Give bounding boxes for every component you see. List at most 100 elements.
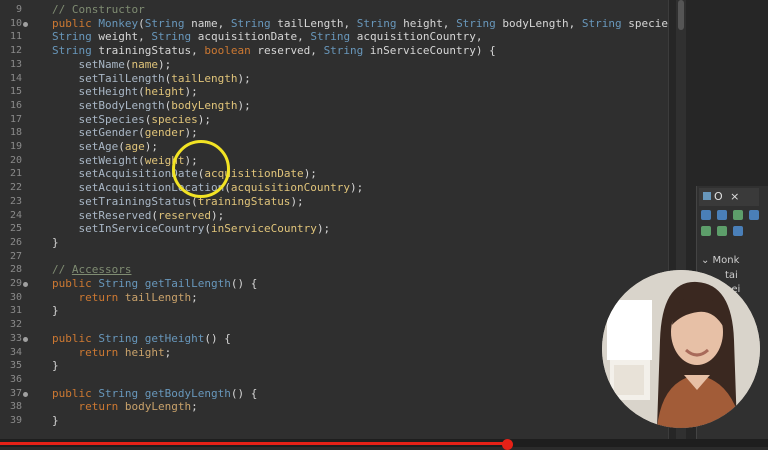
outline-item[interactable]: tai [725, 269, 738, 283]
code-text: public Monkey(String name, String tailLe… [52, 16, 668, 30]
code-line[interactable]: 12 String trainingStatus, boolean reserve… [0, 44, 668, 58]
code-line[interactable]: 32 [0, 318, 668, 332]
line-number: 26 [9, 236, 22, 248]
code-line[interactable]: 9 // Constructor [0, 3, 668, 17]
code-line[interactable]: 31} [0, 304, 668, 318]
code-line[interactable]: 21 setAcquisitionDate(acquisitionDate); [0, 167, 668, 181]
code-text: setAge(age); [78, 140, 159, 153]
code-text: return bodyLength; [78, 400, 198, 414]
code-text: return tailLength; [78, 290, 198, 304]
outline-item[interactable]: ⌄ Monk [701, 254, 739, 268]
line-number: 20 [9, 154, 22, 166]
hide-nonpublic-icon[interactable] [701, 226, 711, 236]
line-number: 16 [9, 99, 22, 111]
line-number: 33 [9, 332, 22, 344]
code-line[interactable]: 37 public String getBodyLength() { [0, 387, 668, 401]
code-line[interactable]: 13 setName(name); [0, 58, 668, 72]
code-text: setTrainingStatus(trainingStatus); [78, 194, 304, 208]
code-line[interactable]: 28 // Accessors [0, 263, 668, 277]
line-number: 36 [9, 373, 22, 385]
line-number: 37 [9, 387, 22, 399]
code-text: setReserved(reserved); [78, 208, 225, 222]
video-scrubber-handle[interactable] [501, 439, 513, 450]
outline-tab-label: O [714, 190, 723, 203]
code-editor[interactable]: 9 // Constructor 10 public Monkey(String na… [0, 0, 668, 439]
code-line[interactable]: 30 return tailLength; [0, 291, 668, 305]
code-line[interactable]: 38 return bodyLength; [0, 400, 668, 414]
line-number: 15 [9, 86, 22, 98]
close-icon[interactable]: × [730, 190, 739, 203]
line-number: 24 [9, 209, 22, 221]
line-number: 27 [9, 250, 22, 262]
hide-static-icon[interactable] [749, 210, 759, 220]
code-text: String weight, String acquisitionDate, S… [52, 30, 483, 44]
code-line[interactable]: 26} [0, 236, 668, 250]
code-line[interactable]: 33 public String getHeight() { [0, 332, 668, 346]
code-line[interactable]: 17 setSpecies(species); [0, 113, 668, 127]
code-text: return height; [78, 345, 172, 359]
fold-marker-icon[interactable] [23, 391, 28, 397]
code-line[interactable]: 34 return height; [0, 346, 668, 360]
code-line[interactable]: 25 setInServiceCountry(inServiceCountry)… [0, 222, 668, 236]
line-number: 9 [15, 4, 22, 15]
code-text: setTailLength(tailLength); [78, 71, 251, 85]
fold-marker-icon[interactable] [23, 336, 28, 342]
line-number: 17 [9, 113, 22, 125]
code-line[interactable]: 18 setGender(gender); [0, 126, 668, 140]
line-number: 22 [9, 182, 22, 194]
collapse-all-icon[interactable] [701, 210, 711, 220]
line-number: 35 [9, 360, 22, 372]
code-line[interactable]: 27 [0, 250, 668, 264]
code-text: public String getHeight() { [52, 331, 231, 345]
code-line[interactable]: 23 setTrainingStatus(trainingStatus); [0, 195, 668, 209]
link-editor-icon[interactable] [717, 226, 727, 236]
code-text: // Accessors [52, 263, 132, 277]
presenter-webcam [602, 270, 760, 428]
tab-outline[interactable]: O × [699, 188, 759, 206]
line-number: 38 [9, 401, 22, 413]
line-number: 34 [9, 346, 22, 358]
code-line[interactable]: 14 setTailLength(tailLength); [0, 72, 668, 86]
video-progress-bar[interactable] [0, 439, 768, 450]
code-text: // Constructor [52, 3, 145, 16]
fold-marker-icon[interactable] [23, 21, 28, 27]
code-text: setSpecies(species); [78, 112, 211, 126]
code-line[interactable]: 24 setReserved(reserved); [0, 209, 668, 223]
code-line[interactable]: 15 setHeight(height); [0, 85, 668, 99]
code-text: } [52, 359, 59, 373]
sort-icon[interactable] [717, 210, 727, 220]
editor-scroll-thumb[interactable] [678, 0, 684, 30]
line-number: 10 [9, 17, 22, 29]
line-number: 12 [9, 45, 22, 57]
line-number: 29 [9, 278, 22, 289]
code-line[interactable]: 10 public Monkey(String name, String tail… [0, 17, 668, 31]
code-text: setBodyLength(bodyLength); [78, 98, 251, 112]
code-line[interactable]: 22 setAcquisitionLocation(acquisitionCou… [0, 181, 668, 195]
code-text: setGender(gender); [78, 126, 198, 140]
line-number: 28 [9, 264, 22, 276]
view-menu-icon[interactable] [733, 226, 743, 236]
code-line[interactable]: 36 [0, 373, 668, 387]
code-line[interactable]: 16 setBodyLength(bodyLength); [0, 99, 668, 113]
hide-fields-icon[interactable] [733, 210, 743, 220]
line-number: 18 [9, 127, 22, 139]
presenter-image [602, 270, 760, 428]
code-line[interactable]: 11 String weight, String acquisitionDate,… [0, 30, 668, 44]
line-number: 30 [9, 291, 22, 303]
fold-marker-icon[interactable] [23, 282, 28, 287]
code-text: setName(name); [78, 57, 172, 71]
line-number: 31 [9, 305, 22, 317]
video-progress-fill [0, 442, 507, 445]
code-line[interactable]: 20 setWeight(weight); [0, 154, 668, 168]
code-line[interactable]: 19 setAge(age); [0, 140, 668, 154]
code-line[interactable]: 29 public String getTailLength() { [0, 277, 668, 291]
code-line[interactable]: 35} [0, 359, 668, 373]
line-number: 32 [9, 319, 22, 331]
line-number: 14 [9, 72, 22, 84]
code-text: } [52, 414, 59, 427]
code-text: setInServiceCountry(inServiceCountry); [78, 222, 331, 236]
code-text: String trainingStatus, boolean reserved,… [52, 44, 496, 58]
code-text: setHeight(height); [78, 85, 198, 99]
mouse-highlight-ring [172, 140, 230, 198]
code-line[interactable]: 39} [0, 414, 668, 428]
